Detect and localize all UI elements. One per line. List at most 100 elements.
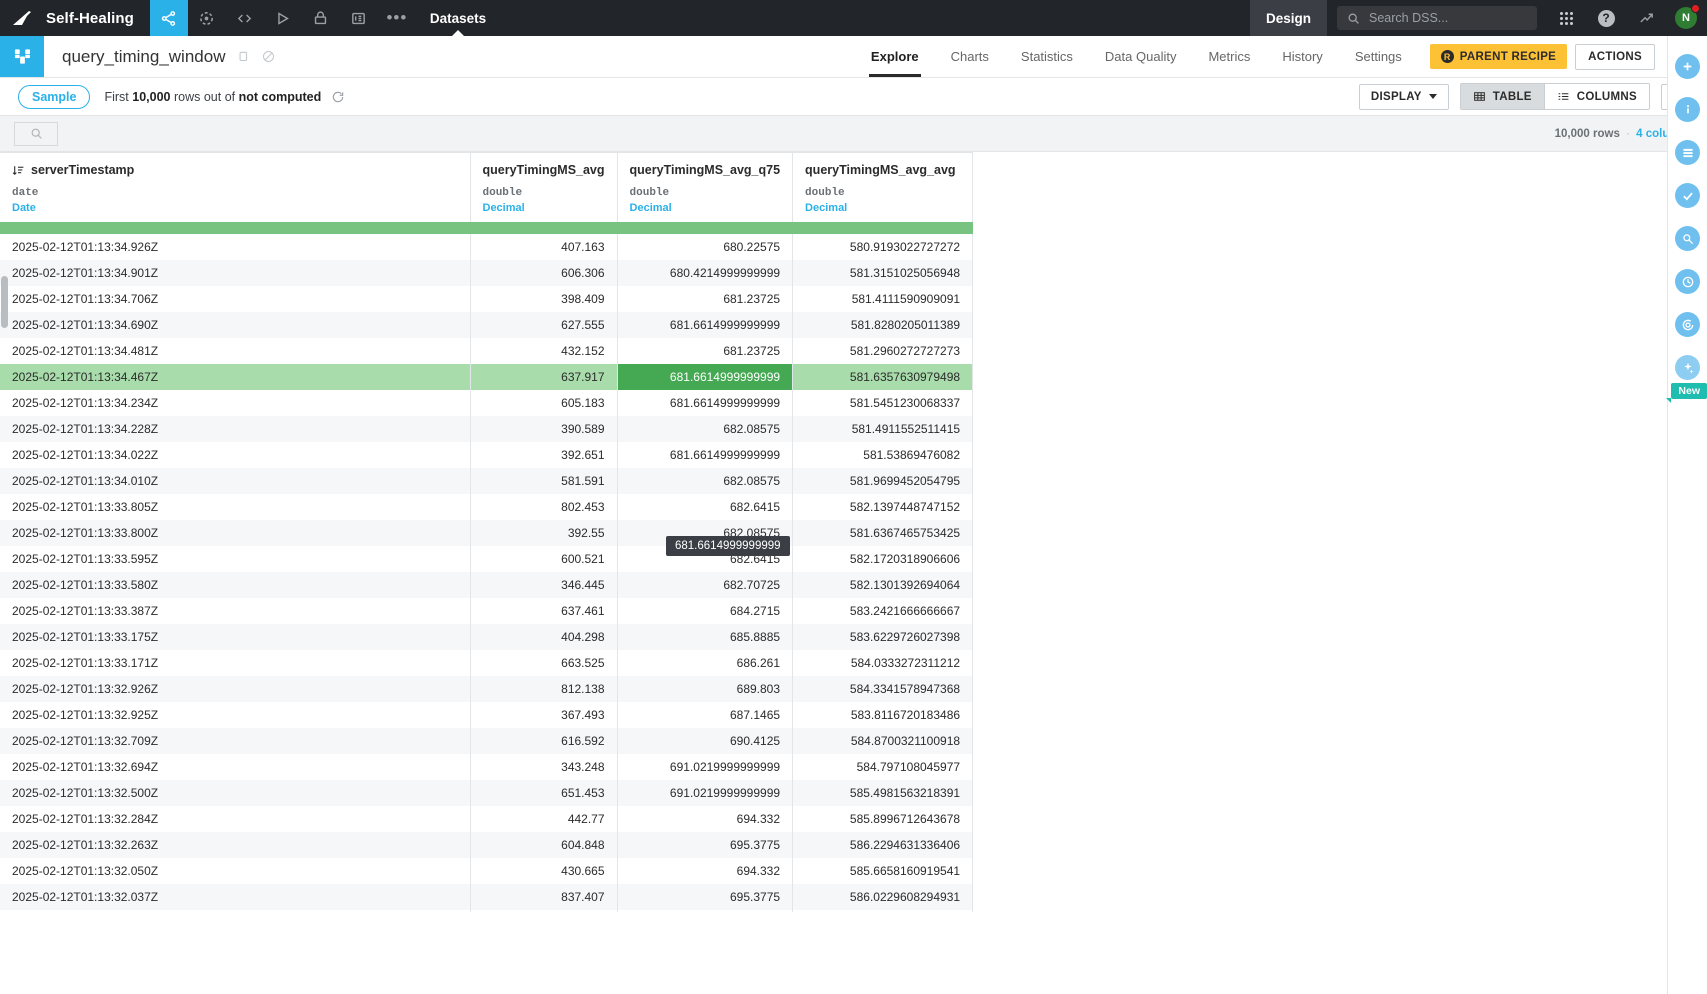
add-icon[interactable] bbox=[1675, 54, 1700, 79]
cell-value[interactable]: 682.6415 bbox=[617, 494, 793, 520]
cell-value[interactable]: 682.08575 bbox=[617, 468, 793, 494]
cell-value[interactable]: 583.6229726027398 bbox=[793, 624, 973, 650]
cell-value[interactable]: 582.1720318906606 bbox=[793, 546, 973, 572]
lab-icon[interactable] bbox=[188, 0, 226, 36]
cell-value[interactable]: 390.589 bbox=[470, 416, 617, 442]
search-input[interactable] bbox=[14, 122, 58, 146]
table-row[interactable]: 2025-02-12T01:13:34.467Z637.917681.66149… bbox=[0, 364, 973, 390]
table-row[interactable]: 2025-02-12T01:13:32.500Z651.453691.02199… bbox=[0, 780, 973, 806]
cell-value[interactable]: 681.6614999999999 bbox=[617, 364, 793, 390]
table-row[interactable]: 2025-02-12T01:13:32.284Z442.77694.332585… bbox=[0, 806, 973, 832]
cell-value[interactable]: 581.4111590909091 bbox=[793, 286, 973, 312]
cell-timestamp[interactable]: 2025-02-12T01:13:32.263Z bbox=[0, 832, 470, 858]
cell-timestamp[interactable]: 2025-02-12T01:13:32.694Z bbox=[0, 754, 470, 780]
history-icon[interactable] bbox=[1675, 269, 1700, 294]
actions-button[interactable]: ACTIONS bbox=[1575, 44, 1655, 70]
cell-timestamp[interactable]: 2025-02-12T01:13:32.037Z bbox=[0, 884, 470, 910]
cell-timestamp[interactable]: 2025-02-12T01:13:32.050Z bbox=[0, 858, 470, 884]
cell-value[interactable]: 586.0229608294931 bbox=[793, 884, 973, 910]
info-icon[interactable] bbox=[1675, 97, 1700, 122]
cell-value[interactable]: 682.70725 bbox=[617, 572, 793, 598]
cell-value[interactable]: 681.6614999999999 bbox=[617, 442, 793, 468]
tab-history[interactable]: History bbox=[1266, 36, 1338, 77]
cell-value[interactable]: 581.53869476082 bbox=[793, 442, 973, 468]
cell-value[interactable]: 687.1465 bbox=[617, 702, 793, 728]
refresh-sample-icon[interactable] bbox=[331, 90, 345, 104]
table-row[interactable]: 2025-02-12T01:13:34.926Z407.163680.22575… bbox=[0, 234, 973, 260]
cell-value[interactable]: 581.6357630979498 bbox=[793, 364, 973, 390]
table-row[interactable]: 2025-02-12T01:13:33.805Z802.453682.64155… bbox=[0, 494, 973, 520]
column-meaning[interactable]: Decimal bbox=[483, 202, 605, 214]
discussions-icon[interactable] bbox=[1675, 312, 1700, 337]
details-icon[interactable] bbox=[1675, 140, 1700, 165]
table-row[interactable]: 2025-02-12T01:13:33.175Z404.298685.88855… bbox=[0, 624, 973, 650]
cell-value[interactable]: 680.22575 bbox=[617, 234, 793, 260]
cell-value[interactable]: 637.461 bbox=[470, 598, 617, 624]
cell-value[interactable]: 581.9699452054795 bbox=[793, 468, 973, 494]
table-row[interactable]: 2025-02-12T01:13:33.800Z392.55682.085755… bbox=[0, 520, 973, 546]
cell-timestamp[interactable]: 2025-02-12T01:13:34.010Z bbox=[0, 468, 470, 494]
table-row[interactable]: 2025-02-12T01:13:34.481Z432.152681.23725… bbox=[0, 338, 973, 364]
cell-value[interactable]: 581.591 bbox=[470, 468, 617, 494]
cell-value[interactable]: 681.23725 bbox=[617, 286, 793, 312]
column-header-queryTimingMS_avg_avg[interactable]: queryTimingMS_avg_avg double Decimal bbox=[793, 153, 973, 223]
avatar[interactable]: N bbox=[1675, 7, 1697, 29]
automation-icon[interactable] bbox=[264, 0, 302, 36]
table-row[interactable]: 2025-02-12T01:13:32.050Z430.665694.33258… bbox=[0, 858, 973, 884]
row-scroll-handle[interactable] bbox=[1, 276, 8, 328]
cell-timestamp[interactable]: 2025-02-12T01:13:33.387Z bbox=[0, 598, 470, 624]
cell-value[interactable]: 584.0333272311212 bbox=[793, 650, 973, 676]
cell-value[interactable]: 690.4125 bbox=[617, 728, 793, 754]
table-row[interactable]: 2025-02-12T01:13:34.706Z398.409681.23725… bbox=[0, 286, 973, 312]
cell-value[interactable]: 584.8700321100918 bbox=[793, 728, 973, 754]
column-header-queryTimingMS_avg_q75[interactable]: queryTimingMS_avg_q75 double Decimal bbox=[617, 153, 793, 223]
cell-value[interactable]: 695.3775 bbox=[617, 832, 793, 858]
ai-assistant-icon[interactable] bbox=[1675, 355, 1700, 380]
search-input[interactable]: Search DSS... bbox=[1337, 6, 1537, 30]
apps-grid-icon[interactable] bbox=[1547, 12, 1585, 25]
cell-value[interactable]: 585.8996712643678 bbox=[793, 806, 973, 832]
column-meaning[interactable]: Decimal bbox=[630, 202, 781, 214]
sample-button[interactable]: Sample bbox=[18, 85, 90, 109]
cell-value[interactable]: 580.9193022727272 bbox=[793, 234, 973, 260]
tab-statistics[interactable]: Statistics bbox=[1005, 36, 1089, 77]
cell-value[interactable]: 432.152 bbox=[470, 338, 617, 364]
cell-timestamp[interactable]: 2025-02-12T01:13:31.823Z bbox=[0, 910, 470, 912]
cell-value[interactable]: 582.1301392694064 bbox=[793, 572, 973, 598]
cell-value[interactable]: 367.493 bbox=[470, 702, 617, 728]
cell-timestamp[interactable]: 2025-02-12T01:13:34.690Z bbox=[0, 312, 470, 338]
table-row[interactable]: 2025-02-12T01:13:32.709Z616.592690.41255… bbox=[0, 728, 973, 754]
data-table-container[interactable]: serverTimestamp date Date queryTimingMS_… bbox=[0, 152, 1707, 912]
cell-value[interactable]: 581.6367465753425 bbox=[793, 520, 973, 546]
code-icon[interactable] bbox=[226, 0, 264, 36]
cell-value[interactable]: 392.651 bbox=[470, 442, 617, 468]
more-icon[interactable]: ••• bbox=[378, 0, 416, 36]
table-row[interactable]: 2025-02-12T01:13:34.010Z581.591682.08575… bbox=[0, 468, 973, 494]
cell-timestamp[interactable]: 2025-02-12T01:13:34.481Z bbox=[0, 338, 470, 364]
cell-timestamp[interactable]: 2025-02-12T01:13:32.925Z bbox=[0, 702, 470, 728]
cell-timestamp[interactable]: 2025-02-12T01:13:32.284Z bbox=[0, 806, 470, 832]
table-row[interactable]: 2025-02-12T01:13:33.171Z663.525686.26158… bbox=[0, 650, 973, 676]
cell-value[interactable]: 600.521 bbox=[470, 546, 617, 572]
column-header-queryTimingMS_avg[interactable]: queryTimingMS_avg double Decimal bbox=[470, 153, 617, 223]
cell-timestamp[interactable]: 2025-02-12T01:13:32.926Z bbox=[0, 676, 470, 702]
display-button[interactable]: DISPLAY bbox=[1359, 84, 1449, 110]
cell-value[interactable]: 404.298 bbox=[470, 624, 617, 650]
cell-value[interactable]: 685.8885 bbox=[617, 624, 793, 650]
tab-explore[interactable]: Explore bbox=[855, 36, 935, 77]
table-row[interactable]: 2025-02-12T01:13:33.580Z346.445682.70725… bbox=[0, 572, 973, 598]
cell-timestamp[interactable]: 2025-02-12T01:13:33.171Z bbox=[0, 650, 470, 676]
cell-value[interactable]: 684.2715 bbox=[617, 598, 793, 624]
cell-value[interactable]: 691.0219999999999 bbox=[617, 754, 793, 780]
table-row[interactable]: 2025-02-12T01:13:32.037Z837.407695.37755… bbox=[0, 884, 973, 910]
project-name[interactable]: Self-Healing bbox=[44, 0, 150, 36]
cell-value[interactable]: 689.803 bbox=[617, 676, 793, 702]
column-meaning[interactable]: Date bbox=[12, 202, 458, 214]
table-row[interactable]: 2025-02-12T01:13:33.595Z600.521682.64155… bbox=[0, 546, 973, 572]
cell-timestamp[interactable]: 2025-02-12T01:13:34.022Z bbox=[0, 442, 470, 468]
help-icon[interactable]: ? bbox=[1587, 10, 1625, 27]
cell-value[interactable]: 691.0219999999999 bbox=[617, 780, 793, 806]
cell-value[interactable]: 694.332 bbox=[617, 858, 793, 884]
cell-value[interactable]: 581.8280205011389 bbox=[793, 312, 973, 338]
cell-value[interactable]: 584.3341578947368 bbox=[793, 676, 973, 702]
